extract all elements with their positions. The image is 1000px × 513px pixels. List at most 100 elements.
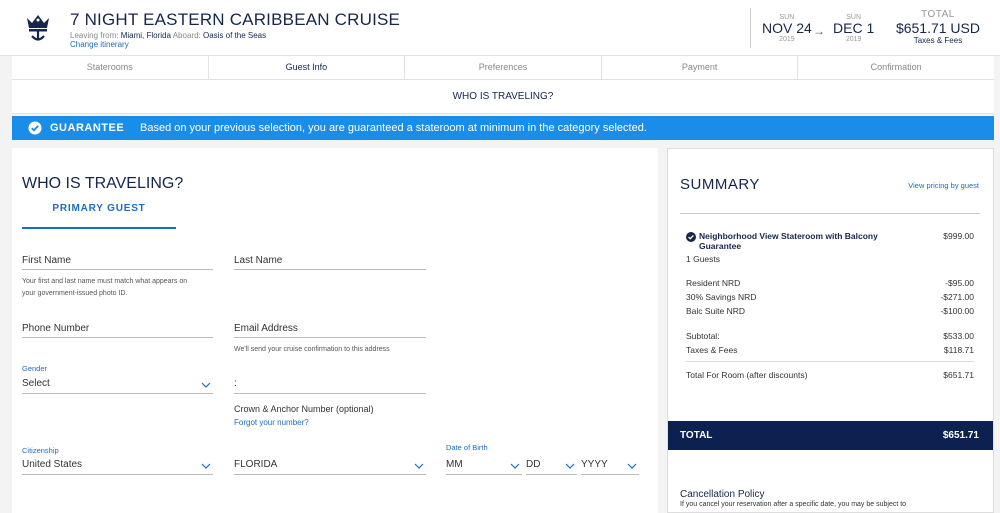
- dob-month-value: MM: [446, 459, 463, 470]
- summary-divider: [680, 213, 980, 214]
- name-hint-line-2: your government-issued photo ID.: [22, 290, 128, 297]
- guest-form-panel: WHO IS TRAVELING? PRIMARY GUEST First Na…: [12, 148, 658, 513]
- discount-row: Balc Suite NRD -$100.00: [686, 306, 974, 316]
- subtotal-row: Subtotal: $533.00: [686, 331, 974, 341]
- arrow-right-icon: →: [813, 24, 825, 38]
- name-hint-line-1: Your first and last name must match what…: [22, 278, 188, 285]
- discount-row: Resident NRD -$95.00: [686, 278, 974, 288]
- email-hint: We'll send your cruise confirmation to t…: [234, 346, 390, 353]
- end-year: 2019: [845, 36, 862, 43]
- email-placeholder: Email Address: [234, 323, 298, 334]
- progress-steps: Staterooms Guest Info Preferences Paymen…: [12, 56, 994, 80]
- view-pricing-link[interactable]: View pricing by guest: [908, 181, 979, 190]
- aboard-label: Aboard:: [172, 31, 201, 40]
- discount-amount: -$100.00: [940, 306, 974, 316]
- check-circle-icon: [28, 121, 42, 135]
- phone-field[interactable]: Phone Number: [22, 320, 213, 338]
- taxes-row: Taxes & Fees $118.71: [686, 345, 974, 355]
- tab-primary-guest[interactable]: PRIMARY GUEST: [22, 203, 176, 229]
- cruise-details: Leaving from: Miami, Florida Aboard: Oas…: [70, 31, 266, 40]
- top-header: 7 NIGHT EASTERN CARIBBEAN CRUISE Leaving…: [0, 0, 1000, 56]
- form-title: WHO IS TRAVELING?: [22, 175, 184, 192]
- forgot-number-link[interactable]: Forgot your number?: [234, 418, 309, 427]
- room-name-line-2: Guarantee: [699, 241, 742, 251]
- step-confirmation[interactable]: Confirmation: [798, 56, 994, 79]
- discount-label: Balc Suite NRD: [686, 306, 746, 316]
- email-field[interactable]: Email Address: [234, 320, 426, 338]
- discount-label: Resident NRD: [686, 278, 741, 288]
- name-hint: Your first and last name must match what…: [22, 276, 187, 300]
- last-name-placeholder: Last Name: [234, 255, 283, 266]
- discount-row: 30% Savings NRD -$271.00: [686, 292, 974, 302]
- state-select[interactable]: FLORIDA: [234, 457, 426, 475]
- state-value: FLORIDA: [234, 459, 278, 470]
- dob-year-select[interactable]: YYYY: [581, 457, 639, 475]
- header-total-label: TOTAL: [921, 9, 955, 20]
- guarantee-label: GUARANTEE: [50, 122, 125, 134]
- summary-divider: [686, 361, 974, 362]
- chevron-down-icon: [565, 463, 575, 469]
- total-label: TOTAL: [680, 430, 713, 441]
- step-payment[interactable]: Payment: [602, 56, 799, 79]
- end-date: SUN DEC 1 2019: [833, 14, 874, 43]
- gender-label: Gender: [22, 364, 48, 373]
- chevron-down-icon: [414, 463, 424, 469]
- subtotal-label: Subtotal:: [686, 331, 720, 341]
- phone-placeholder: Phone Number: [22, 323, 90, 334]
- summary-panel: SUMMARY View pricing by guest Neighborho…: [667, 148, 994, 513]
- chevron-down-icon: [201, 463, 211, 469]
- guest-count: 1 Guests: [686, 254, 721, 264]
- first-name-placeholder: First Name: [22, 255, 71, 266]
- gender-other-value: :: [234, 378, 237, 389]
- header-total-value: $651.71 USD: [895, 20, 980, 36]
- crown-anchor-logo-icon[interactable]: [24, 12, 52, 42]
- room-total-label: Total For Room (after discounts): [686, 370, 808, 380]
- cancellation-title: Cancellation Policy: [680, 489, 765, 500]
- guarantee-text: Based on your previous selection, you ar…: [140, 122, 647, 134]
- dob-year-value: YYYY: [581, 459, 608, 470]
- section-heading-bar: WHO IS TRAVELING?: [12, 80, 994, 114]
- cruise-title: 7 NIGHT EASTERN CARIBBEAN CRUISE: [70, 10, 401, 29]
- header-total: TOTAL $651.71 USD Taxes & Fees: [896, 9, 980, 45]
- taxes-amount: $118.71: [943, 345, 974, 355]
- chevron-down-icon: [201, 382, 211, 388]
- start-year: 2019: [779, 36, 795, 43]
- summary-title: SUMMARY: [680, 176, 760, 193]
- last-name-field[interactable]: Last Name: [234, 252, 426, 270]
- cancellation-text: If you cancel your reservation after a s…: [680, 501, 907, 508]
- start-date: SUN NOV 24 2019: [762, 14, 812, 43]
- dob-day-select[interactable]: DD: [526, 457, 577, 475]
- discount-amount: -$271.00: [940, 292, 974, 302]
- first-name-field[interactable]: First Name: [22, 252, 213, 270]
- end-date-value: DEC 1: [833, 20, 875, 36]
- check-circle-icon: [686, 232, 696, 242]
- citizenship-label: Citizenship: [22, 446, 59, 455]
- taxes-label: Taxes & Fees: [686, 345, 738, 355]
- crown-anchor-label: Crown & Anchor Number (optional): [234, 404, 374, 414]
- gender-select[interactable]: Select: [22, 376, 213, 394]
- chevron-down-icon: [627, 463, 637, 469]
- discount-amount: -$95.00: [945, 278, 974, 288]
- leaving-label: Leaving from:: [70, 31, 119, 40]
- gender-value: Select: [22, 378, 50, 389]
- room-total-amount: $651.71: [943, 370, 974, 380]
- leaving-value: Miami, Florida: [120, 31, 171, 40]
- step-staterooms[interactable]: Staterooms: [12, 56, 209, 79]
- dob-month-select[interactable]: MM: [446, 457, 522, 475]
- step-preferences[interactable]: Preferences: [405, 56, 602, 79]
- room-name-line-1: Neighborhood View Stateroom with Balcony: [699, 231, 878, 241]
- header-total-note: Taxes & Fees: [913, 36, 963, 45]
- citizenship-select[interactable]: United States: [22, 457, 213, 475]
- room-row: Neighborhood View Stateroom with Balcony…: [699, 231, 974, 251]
- room-price: $999.00: [943, 231, 974, 241]
- aboard-value: Oasis of the Seas: [202, 31, 267, 40]
- guarantee-banner: GUARANTEE Based on your previous selecti…: [12, 116, 994, 140]
- gender-other-field[interactable]: :: [234, 376, 426, 394]
- step-guest-info[interactable]: Guest Info: [209, 56, 406, 79]
- change-itinerary-link[interactable]: Change itinerary: [70, 40, 129, 49]
- room-total-row: Total For Room (after discounts) $651.71: [686, 370, 974, 380]
- subtotal-amount: $533.00: [943, 331, 974, 341]
- citizenship-value: United States: [22, 459, 83, 470]
- dob-label: Date of Birth: [446, 443, 488, 452]
- total-amount: $651.71: [942, 430, 979, 441]
